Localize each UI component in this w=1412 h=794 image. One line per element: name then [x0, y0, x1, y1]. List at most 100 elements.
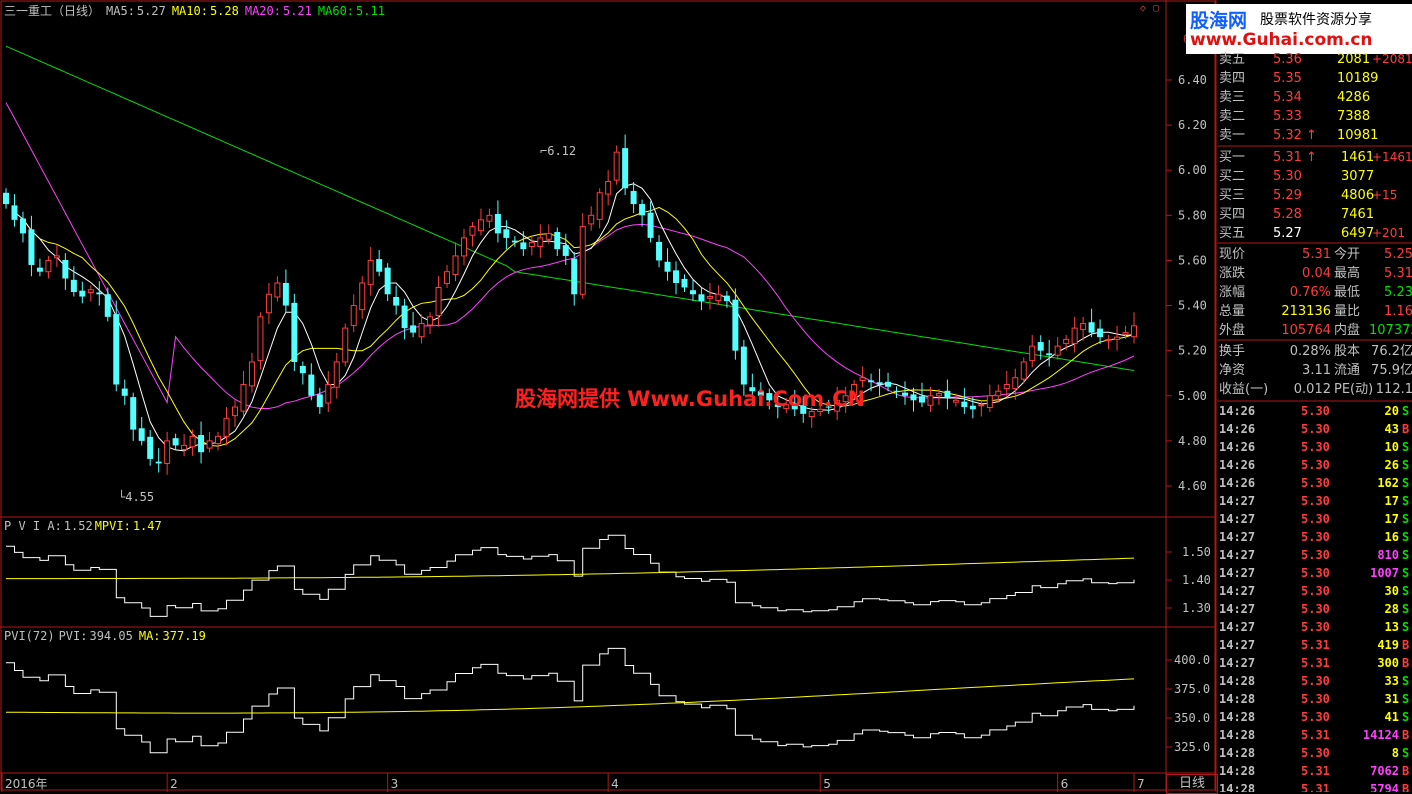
candle-body-down	[96, 292, 103, 295]
tick-row: 14:28 5.30 8 S	[1217, 744, 1412, 762]
candle-body-down	[876, 382, 883, 385]
sell-price: 5.33	[1273, 109, 1302, 124]
tick-price: 5.31	[1301, 638, 1330, 652]
candle-body-down	[316, 394, 323, 408]
diamond-icon[interactable]: ◇	[1140, 3, 1146, 14]
tick-volume: 33	[1384, 674, 1399, 688]
candle-body-down	[673, 270, 680, 283]
candle-body-down	[885, 381, 892, 387]
period-tab-daily[interactable]: 日线	[1166, 774, 1218, 794]
quote-row: 涨跌 0.04 最高 5.31	[1217, 264, 1412, 283]
tick-volume: 31	[1384, 692, 1399, 706]
quote-label-2: 股本	[1334, 344, 1361, 359]
candle-body-up	[605, 181, 612, 195]
tick-side: B	[1402, 728, 1410, 742]
candle-body-up	[537, 237, 544, 247]
pvia-header: P V I A: 1.52 MPVI: 1.47	[4, 519, 168, 533]
tick-volume: 810	[1377, 548, 1399, 562]
tick-row: 14:26 5.30 162 S	[1217, 474, 1412, 492]
candle-body-down	[639, 204, 646, 216]
quote-value-2: 5.25	[1384, 247, 1412, 262]
tick-side: S	[1402, 602, 1410, 616]
quote-row: 净资 3.11 流通 75.9亿	[1217, 361, 1412, 380]
candle-body-down	[401, 305, 408, 329]
candle-body-down	[554, 232, 561, 250]
candle-body-up	[265, 293, 272, 314]
tick-row: 14:27 5.30 1007 S	[1217, 564, 1412, 582]
candle-body-down	[918, 396, 925, 403]
candle-body-up	[952, 399, 959, 403]
ma60-value: 5.11	[356, 4, 385, 18]
tick-time: 14:26	[1219, 440, 1256, 454]
candle-body-up	[613, 151, 620, 181]
candle-body-down	[138, 428, 145, 441]
ma5-value: 5.27	[136, 4, 166, 18]
date-tick-label: 6	[1061, 777, 1069, 791]
tick-row: 14:27 5.30 17 S	[1217, 510, 1412, 528]
candle-body-up	[935, 393, 942, 397]
candle-body-down	[647, 212, 654, 238]
pvi-title: PVI(72)	[4, 629, 55, 643]
tick-volume: 17	[1384, 512, 1399, 526]
price-tick-label: 6.20	[1178, 118, 1207, 132]
tick-side: S	[1402, 512, 1410, 526]
tick-volume: 14124	[1362, 728, 1399, 742]
window-icon[interactable]: ▢	[1153, 3, 1159, 14]
quote-label-2: 最低	[1334, 285, 1361, 300]
buy-row: 买四 5.28 7461	[1217, 205, 1412, 224]
tick-volume: 43	[1384, 422, 1399, 436]
up-arrow-icon: ↑	[1306, 150, 1317, 165]
price-tick-label: 4.80	[1178, 434, 1207, 448]
tick-row: 14:27 5.31 419 B	[1217, 636, 1412, 654]
quote-panel: 卖五 5.36 2081 +2081 卖四 5.35 10189 卖三 5.34 4286 卖二 5.…	[1217, 0, 1412, 792]
buy-change: +201	[1372, 226, 1405, 240]
tick-time: 14:26	[1219, 476, 1256, 490]
quote-value-2: 5.31	[1384, 266, 1412, 281]
tick-row: 14:28 5.31 5794 B	[1217, 780, 1412, 792]
candle-body-up	[596, 192, 603, 220]
pvi-line	[6, 647, 1135, 754]
candle-body-up	[257, 316, 264, 362]
sell-level-label: 卖二	[1219, 109, 1246, 124]
candle-body-up	[53, 255, 60, 259]
buy-row: 买二 5.30 3077	[1217, 167, 1412, 186]
tick-volume: 20	[1384, 404, 1399, 418]
sell-row: 卖二 5.33 7388	[1217, 107, 1412, 126]
buy-level-label: 买五	[1219, 226, 1246, 241]
quote-value-2: 112.1	[1375, 382, 1412, 397]
candle-body-up	[367, 259, 374, 285]
price-tick-label: 5.80	[1178, 208, 1207, 222]
pvi-tick-label: 325.0	[1174, 740, 1210, 754]
quote-value-2: 1.16	[1384, 304, 1412, 319]
candle-body-down	[681, 278, 688, 288]
quote-label-1: 收益(一)	[1219, 382, 1269, 397]
tick-time: 14:27	[1219, 512, 1256, 526]
candle-body-down	[511, 240, 518, 243]
candle-body-down	[28, 229, 35, 265]
candle-body-down	[902, 392, 909, 396]
tick-side: S	[1402, 566, 1410, 580]
candle-body-up	[274, 282, 281, 298]
price-axis: 6.40 6.20 6.00 5.80 5.60 5.40 5.20 5.00 4.80 4.60	[1166, 73, 1207, 493]
candle-body-down	[723, 295, 730, 302]
tick-row: 14:28 5.30 41 S	[1217, 708, 1412, 726]
sell-price: 5.32	[1273, 128, 1302, 143]
candle-body-up	[486, 214, 493, 222]
sell-volume: 4286	[1337, 90, 1371, 105]
candle-body-down	[656, 241, 663, 261]
tick-time: 14:27	[1219, 584, 1256, 598]
candle-body-down	[698, 294, 705, 302]
candle-body-up	[342, 327, 349, 363]
date-tick-label: 4	[611, 777, 619, 791]
candle-body-up	[350, 305, 357, 326]
tick-time: 14:26	[1219, 404, 1256, 418]
candle-body-up	[927, 395, 934, 406]
candle-body-up	[477, 219, 484, 232]
quote-label-1: 换手	[1219, 344, 1246, 359]
tick-volume: 16	[1384, 530, 1399, 544]
candle-body-down	[689, 290, 696, 295]
mpvi-value: 1.47	[132, 519, 162, 533]
candle-body-up	[460, 237, 467, 257]
candle-body-down	[503, 229, 510, 238]
candle-body-down	[79, 290, 86, 297]
